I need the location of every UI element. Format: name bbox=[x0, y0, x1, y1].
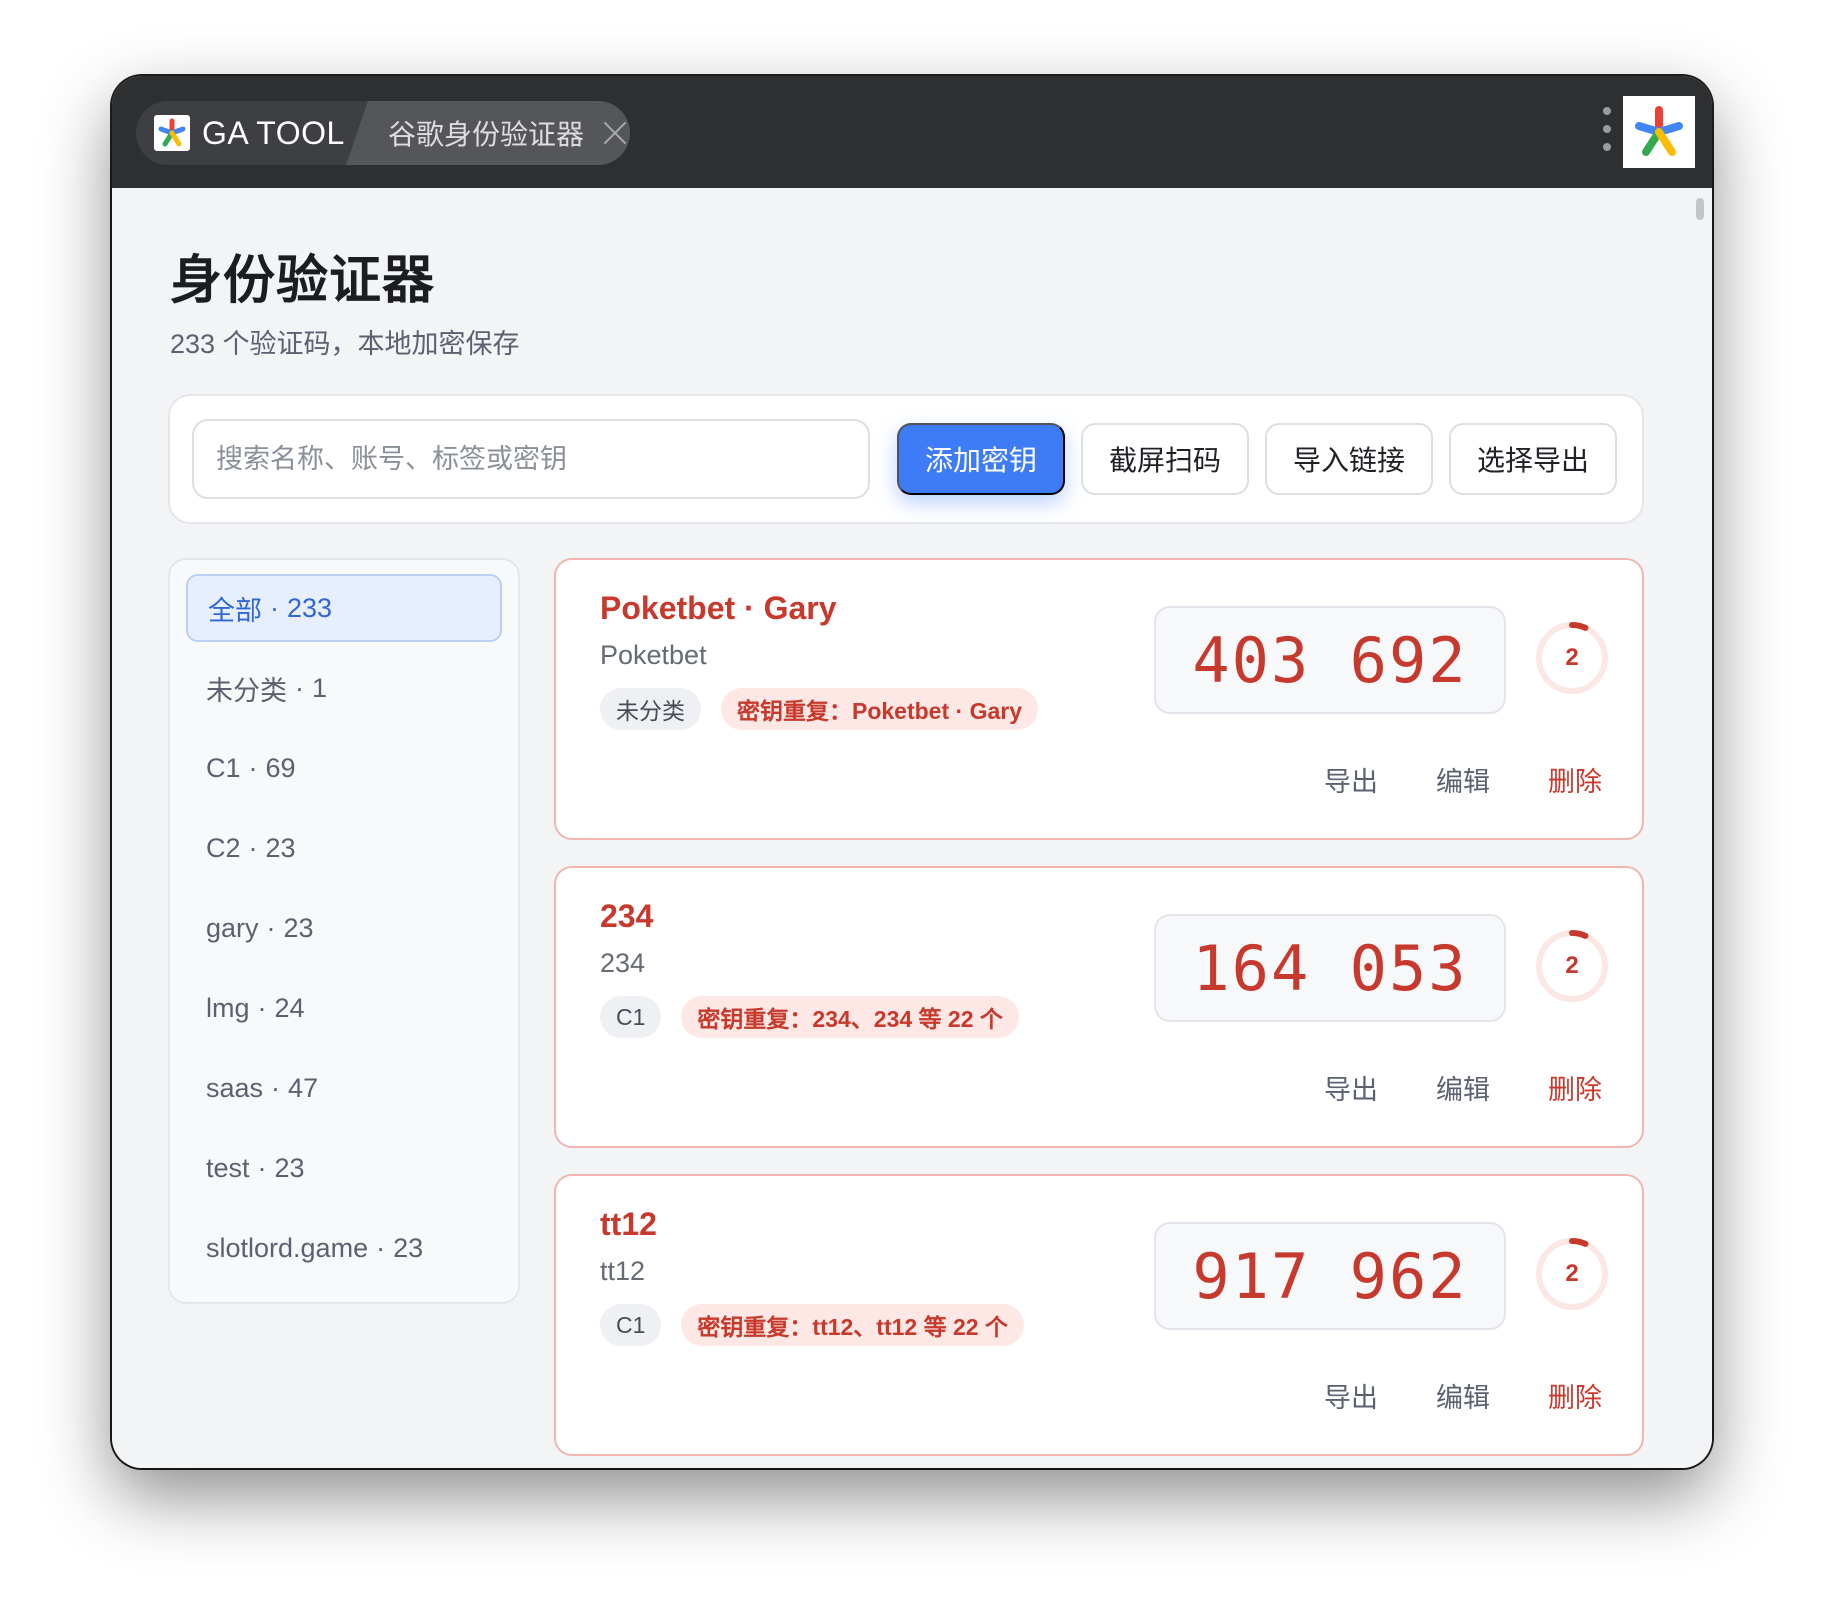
toolbar: 添加密钥 截屏扫码 导入链接 选择导出 bbox=[168, 394, 1644, 524]
sidebar-item-count: 23 bbox=[283, 912, 314, 943]
sidebar-item-gary[interactable]: gary · 23 bbox=[186, 894, 502, 962]
sidebar-item-count: 69 bbox=[265, 752, 296, 783]
import-link-button[interactable]: 导入链接 bbox=[1265, 423, 1433, 495]
export-button[interactable]: 导出 bbox=[1324, 1376, 1378, 1415]
token-issuer: tt12 bbox=[600, 1256, 646, 1286]
countdown-seconds: 2 bbox=[1565, 644, 1579, 671]
sidebar-item-label: 全部 bbox=[208, 595, 262, 626]
page-content: 身份验证器 233 个验证码，本地加密保存 添加密钥 截屏扫码 导入链接 选择导… bbox=[112, 188, 1712, 1468]
sidebar-item-count: 47 bbox=[288, 1072, 319, 1103]
sidebar-item-count: 233 bbox=[287, 592, 333, 623]
search-input[interactable] bbox=[194, 421, 868, 497]
sidebar-item-label: C1 bbox=[206, 752, 241, 783]
category-sidebar: 全部 · 233 未分类 · 1 C1 · 69 C2 · 23 gary · 23 lmg · 24 … bbox=[168, 558, 520, 1304]
edit-button[interactable]: 编辑 bbox=[1436, 1376, 1490, 1415]
delete-button[interactable]: 删除 bbox=[1548, 1068, 1602, 1107]
token-name: Poketbet · Gary bbox=[600, 590, 837, 626]
sidebar-item-uncategorized[interactable]: 未分类 · 1 bbox=[186, 654, 502, 722]
delete-button[interactable]: 删除 bbox=[1548, 1376, 1602, 1415]
sidebar-item-label: 未分类 bbox=[206, 675, 287, 706]
token-actions: 导出 编辑 删除 bbox=[1266, 760, 1602, 799]
page-subtitle: 233 个验证码，本地加密保存 bbox=[170, 329, 520, 359]
category-tag: C1 bbox=[600, 1304, 662, 1346]
extension-authenticator-icon[interactable] bbox=[1623, 96, 1695, 168]
kebab-menu-icon[interactable] bbox=[1602, 107, 1612, 151]
countdown-timer: 2 bbox=[1532, 618, 1612, 698]
otp-code-box[interactable]: 917 962 bbox=[1154, 1222, 1506, 1330]
sidebar-item-label: C2 bbox=[206, 832, 241, 863]
countdown-timer: 2 bbox=[1532, 926, 1612, 1006]
sidebar-item-label: slotlord.game bbox=[206, 1232, 369, 1263]
category-tag: 未分类 bbox=[600, 688, 701, 730]
otp-code-box[interactable]: 403 692 bbox=[1154, 606, 1506, 714]
sidebar-item-c2[interactable]: C2 · 23 bbox=[186, 814, 502, 882]
browser-window: GA TOOL 谷歌身份验证器 身份验证器 233 个验证码，本地加密保存 搜索… bbox=[112, 76, 1712, 1468]
otp-code-box[interactable]: 164 053 bbox=[1154, 914, 1506, 1022]
tab-ga-tool[interactable]: GA TOOL bbox=[136, 101, 376, 165]
sidebar-item-slotlord-game[interactable]: slotlord.game · 23 bbox=[186, 1214, 502, 1282]
token-actions: 导出 编辑 删除 bbox=[1266, 1376, 1602, 1415]
google-authenticator-icon bbox=[154, 115, 190, 151]
token-name: tt12 bbox=[600, 1206, 657, 1242]
sidebar-item-saas[interactable]: saas · 47 bbox=[186, 1054, 502, 1122]
title-bar: GA TOOL 谷歌身份验证器 bbox=[112, 76, 1712, 188]
otp-code: 917 962 bbox=[1192, 1239, 1468, 1313]
export-button[interactable]: 导出 bbox=[1324, 760, 1378, 799]
token-issuer: Poketbet bbox=[600, 640, 707, 670]
sidebar-item-count: 23 bbox=[274, 1152, 305, 1183]
export-button[interactable]: 导出 bbox=[1324, 1068, 1378, 1107]
otp-code: 164 053 bbox=[1192, 931, 1468, 1005]
token-issuer: 234 bbox=[600, 948, 646, 978]
sidebar-item-c1[interactable]: C1 · 69 bbox=[186, 734, 502, 802]
category-tag: C1 bbox=[600, 996, 662, 1038]
tab-ga-tool-label: GA TOOL bbox=[202, 114, 345, 151]
sidebar-item-count: 24 bbox=[274, 992, 305, 1023]
token-card: tt12 tt12 C1 密钥重复：tt12、tt12 等 22 个 917 9… bbox=[554, 1174, 1644, 1456]
sidebar-item-label: lmg bbox=[206, 992, 250, 1023]
countdown-seconds: 2 bbox=[1565, 952, 1579, 979]
countdown-seconds: 2 bbox=[1565, 1260, 1579, 1287]
add-key-button[interactable]: 添加密钥 bbox=[897, 423, 1065, 495]
token-tags: C1 密钥重复：234、234 等 22 个 bbox=[600, 996, 1039, 1038]
otp-code: 403 692 bbox=[1192, 623, 1468, 697]
tab-authenticator-label: 谷歌身份验证器 bbox=[388, 119, 585, 150]
sidebar-item-all[interactable]: 全部 · 233 bbox=[186, 574, 502, 642]
tab-group: GA TOOL 谷歌身份验证器 bbox=[136, 101, 630, 165]
search-box bbox=[192, 419, 870, 499]
sidebar-item-test[interactable]: test · 23 bbox=[186, 1134, 502, 1202]
scan-screen-button[interactable]: 截屏扫码 bbox=[1081, 423, 1249, 495]
token-tags: 未分类 密钥重复：Poketbet · Gary bbox=[600, 688, 1058, 730]
token-tags: C1 密钥重复：tt12、tt12 等 22 个 bbox=[600, 1304, 1044, 1346]
sidebar-item-label: saas bbox=[206, 1072, 264, 1103]
sidebar-item-lmg[interactable]: lmg · 24 bbox=[186, 974, 502, 1042]
page-title: 身份验证器 bbox=[170, 252, 436, 310]
close-icon[interactable] bbox=[602, 120, 628, 146]
duplicate-key-warning-badge: 密钥重复：Poketbet · Gary bbox=[721, 688, 1038, 730]
sidebar-item-label: test bbox=[206, 1152, 250, 1183]
token-card: Poketbet · Gary Poketbet 未分类 密钥重复：Poketb… bbox=[554, 558, 1644, 840]
token-list: Poketbet · Gary Poketbet 未分类 密钥重复：Poketb… bbox=[554, 558, 1644, 1468]
sidebar-item-count: 23 bbox=[265, 832, 296, 863]
sidebar-item-label: gary bbox=[206, 912, 259, 943]
scrollbar[interactable] bbox=[1696, 198, 1704, 220]
tab-authenticator[interactable]: 谷歌身份验证器 bbox=[346, 101, 630, 165]
edit-button[interactable]: 编辑 bbox=[1436, 1068, 1490, 1107]
token-card: 234 234 C1 密钥重复：234、234 等 22 个 164 053 2 bbox=[554, 866, 1644, 1148]
duplicate-key-warning-badge: 密钥重复：234、234 等 22 个 bbox=[681, 996, 1019, 1038]
token-actions: 导出 编辑 删除 bbox=[1266, 1068, 1602, 1107]
countdown-timer: 2 bbox=[1532, 1234, 1612, 1314]
edit-button[interactable]: 编辑 bbox=[1436, 760, 1490, 799]
delete-button[interactable]: 删除 bbox=[1548, 760, 1602, 799]
duplicate-key-warning-badge: 密钥重复：tt12、tt12 等 22 个 bbox=[681, 1304, 1024, 1346]
sidebar-item-count: 23 bbox=[393, 1232, 424, 1263]
token-name: 234 bbox=[600, 898, 654, 934]
sidebar-item-count: 1 bbox=[312, 672, 328, 703]
select-export-button[interactable]: 选择导出 bbox=[1449, 423, 1617, 495]
